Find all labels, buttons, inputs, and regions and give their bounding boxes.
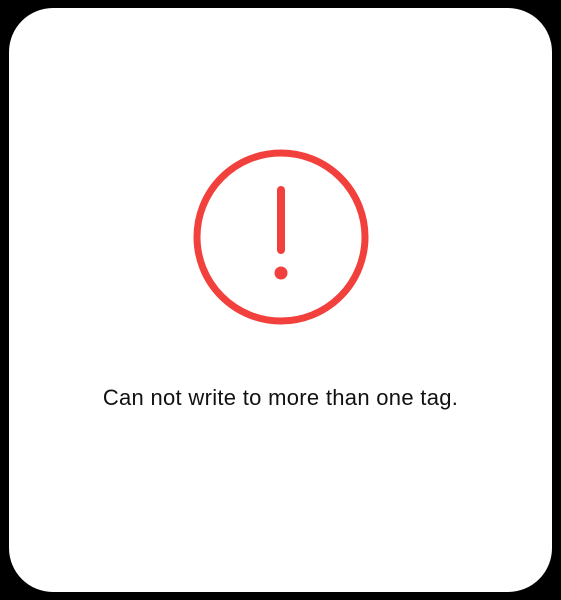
nfc-scan-screen: Can not write to more than one tag. [0, 0, 561, 600]
exclamation-circle-icon [191, 147, 371, 327]
error-message: Can not write to more than one tag. [102, 385, 459, 410]
alert-icon-dot [274, 266, 288, 280]
